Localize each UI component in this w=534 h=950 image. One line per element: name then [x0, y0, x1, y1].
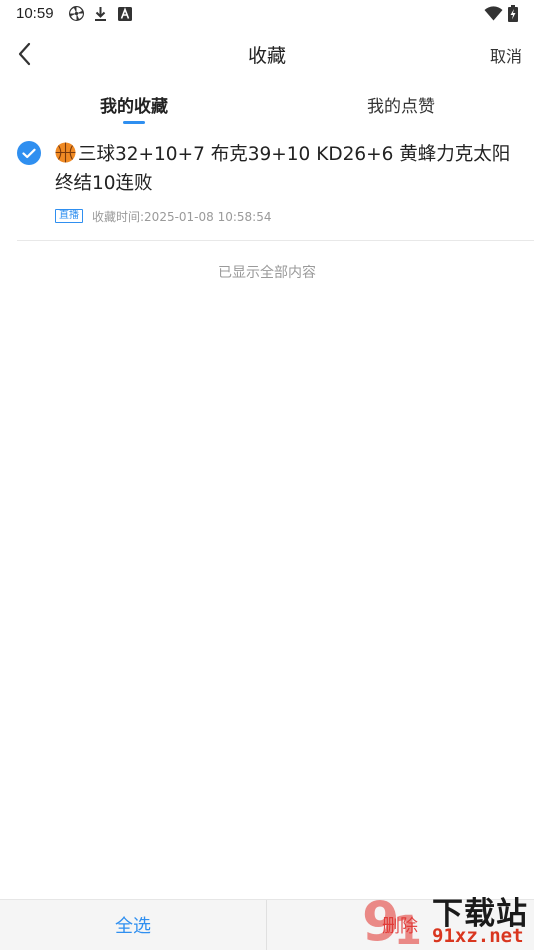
- basketball-icon: [55, 142, 76, 163]
- item-checkbox[interactable]: [17, 141, 41, 165]
- checkmark-icon: [22, 148, 36, 158]
- download-icon: [93, 5, 107, 22]
- battery-charging-icon: [507, 5, 519, 22]
- status-bar: 10:59: [0, 0, 534, 28]
- tab-indicator: [123, 121, 145, 124]
- cancel-button[interactable]: 取消: [490, 43, 522, 67]
- tab-my-favorites[interactable]: 我的收藏: [100, 92, 168, 117]
- pinwheel-icon: [67, 5, 85, 22]
- wifi-icon: [483, 5, 503, 22]
- status-time: 10:59: [16, 5, 54, 22]
- delete-button[interactable]: 删除: [267, 900, 533, 950]
- favorite-time: 收藏时间:2025-01-08 10:58:54: [92, 209, 272, 224]
- live-badge: 直播: [55, 209, 83, 223]
- bottom-action-bar: 全选 删除: [0, 899, 534, 950]
- list-item[interactable]: 三球32+10+7 布克39+10 KD26+6 黄蜂力克太阳终结10连败 直播…: [0, 130, 534, 241]
- divider: [17, 240, 534, 241]
- tab-bar: 我的收藏 我的点赞: [0, 84, 534, 128]
- page-title: 收藏: [247, 45, 286, 67]
- item-meta: 直播 收藏时间:2025-01-08 10:58:54: [55, 208, 272, 224]
- font-a-icon: [117, 5, 132, 22]
- item-title: 三球32+10+7 布克39+10 KD26+6 黄蜂力克太阳终结10连败: [55, 144, 511, 194]
- nav-bar: 收藏 取消: [0, 30, 534, 78]
- end-of-list-text: 已显示全部内容: [218, 265, 316, 281]
- tab-my-likes[interactable]: 我的点赞: [367, 92, 435, 117]
- item-title-block[interactable]: 三球32+10+7 布克39+10 KD26+6 黄蜂力克太阳终结10连败: [55, 140, 520, 198]
- select-all-button[interactable]: 全选: [0, 900, 266, 950]
